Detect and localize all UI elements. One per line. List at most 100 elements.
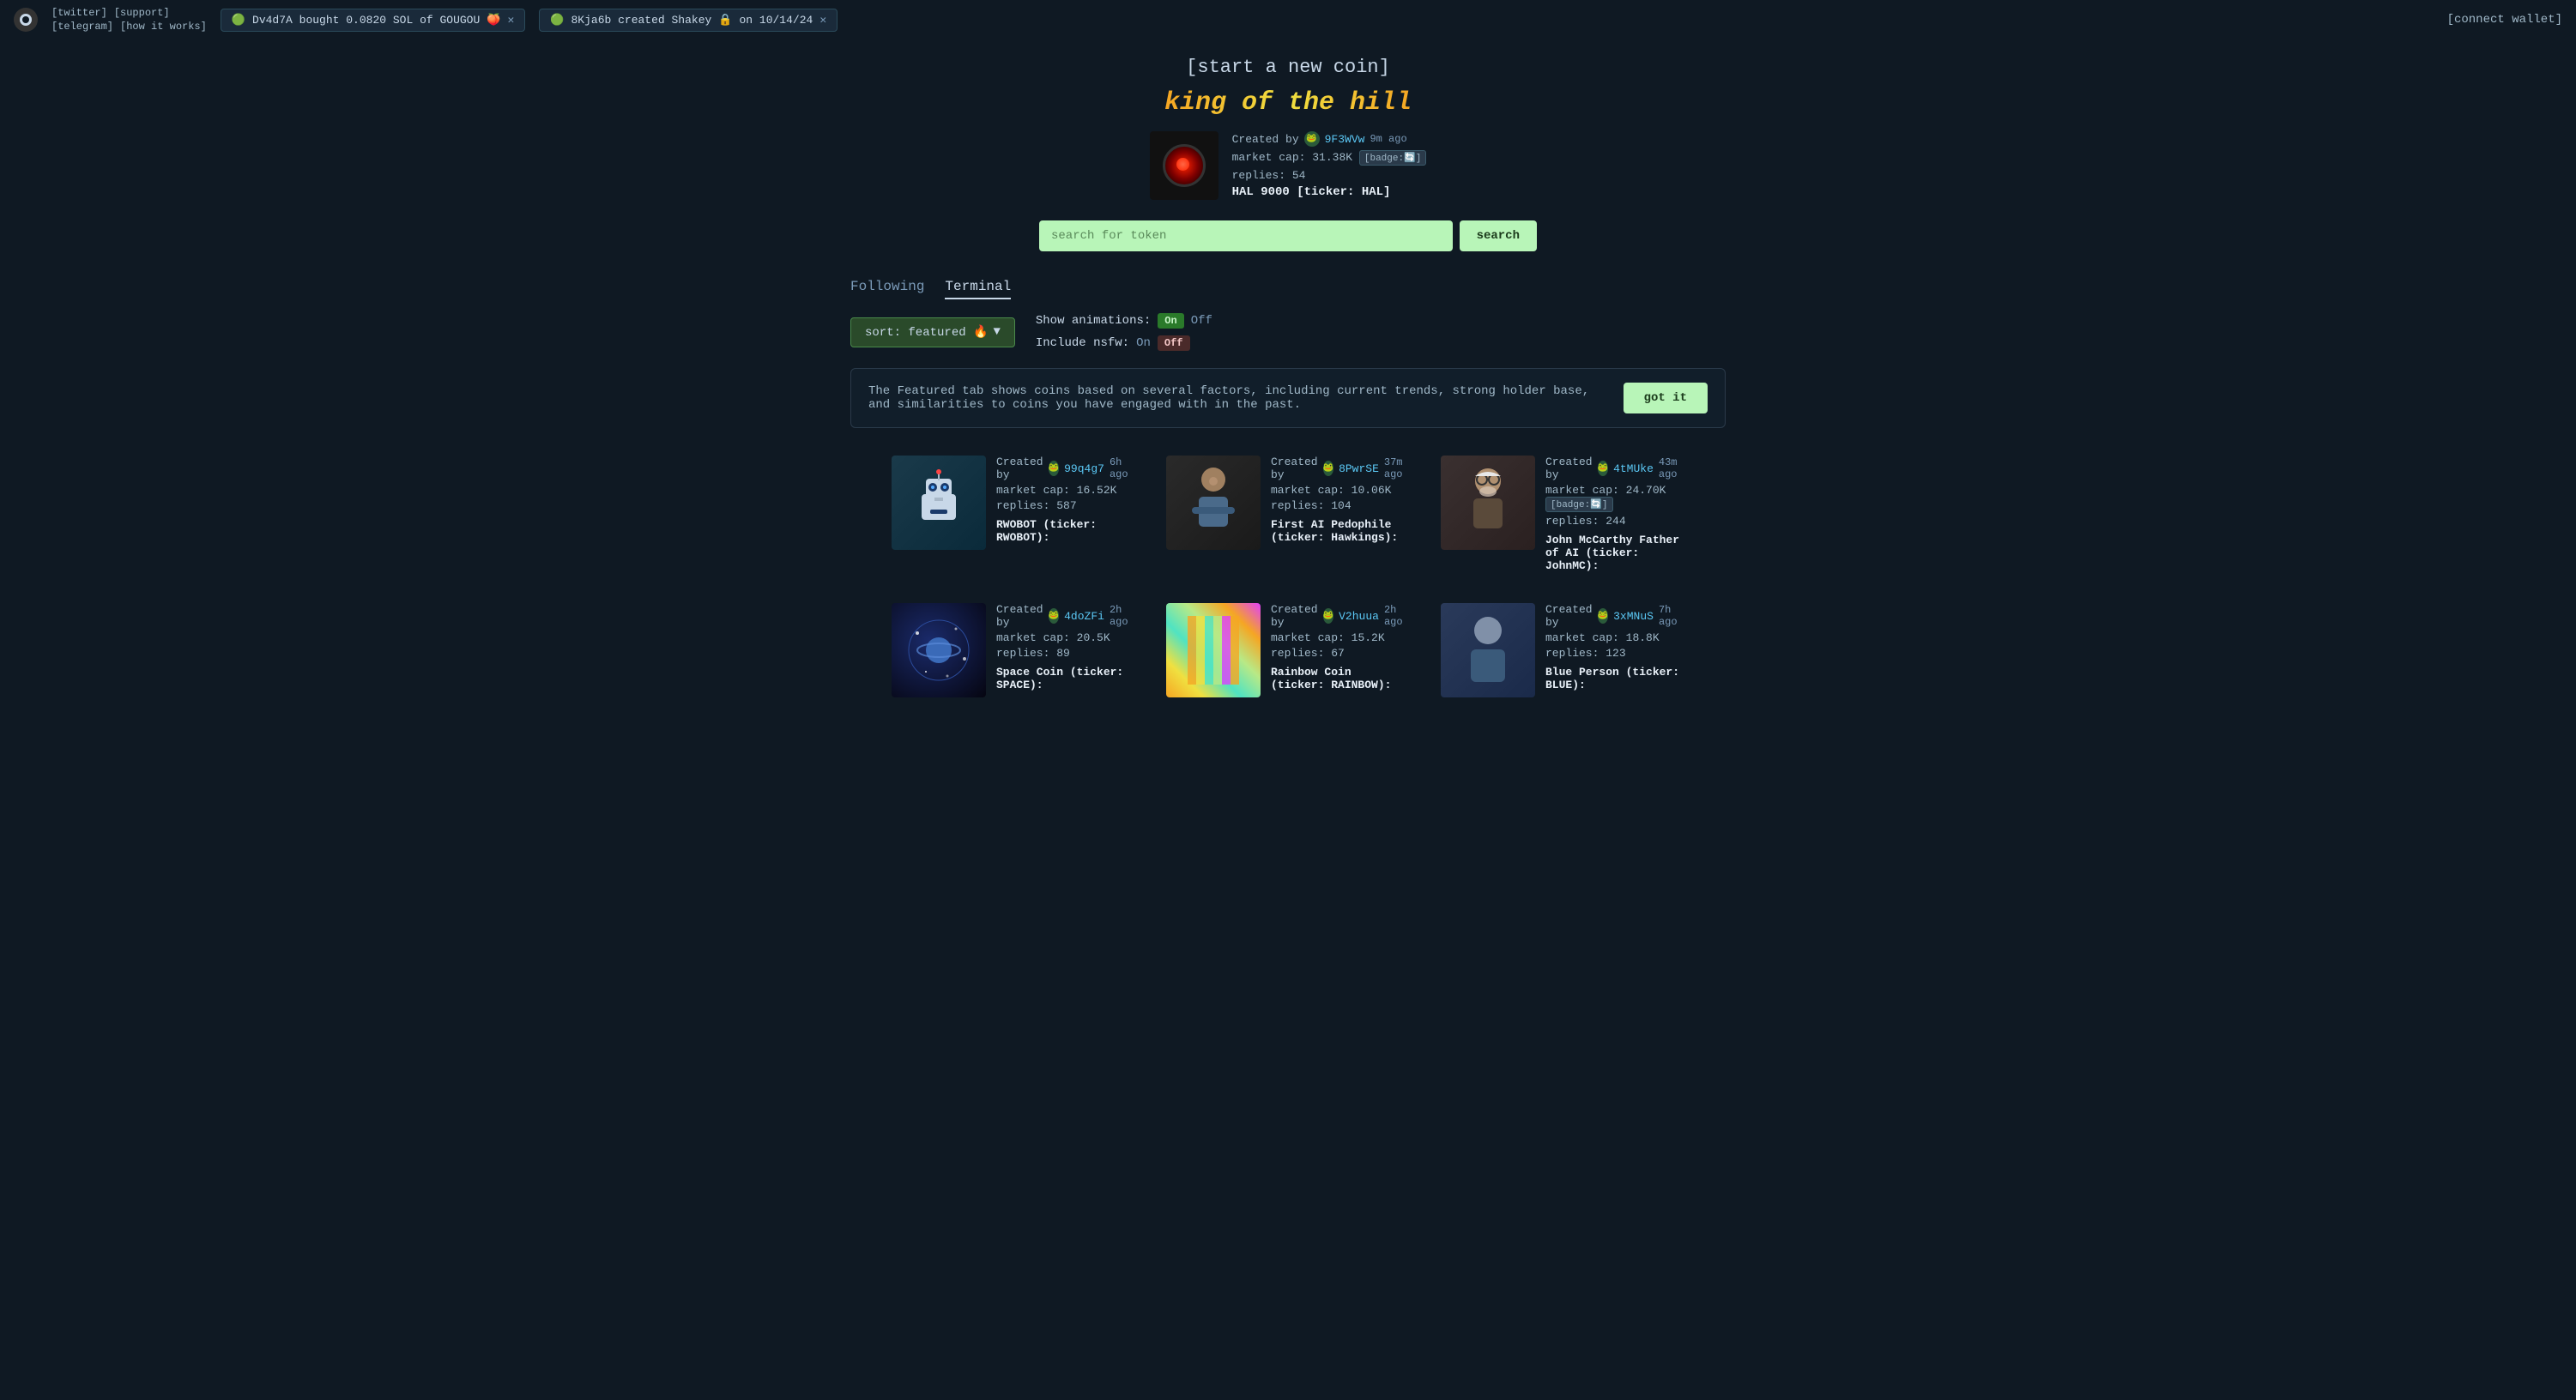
logo-icon[interactable] (14, 8, 38, 32)
coin-1-time: 6h ago (1110, 456, 1135, 480)
coin-3-replies: replies: 244 (1545, 515, 1684, 528)
search-button[interactable]: search (1460, 220, 1537, 251)
sort-chevron-icon: ▼ (993, 325, 1000, 339)
twitter-link[interactable]: [twitter] (51, 7, 107, 19)
coin-1-replies: replies: 587 (996, 499, 1135, 512)
featured-coin-badge[interactable]: [badge:🔄] (1359, 150, 1427, 166)
coin-card-5[interactable]: Created by 🐸 V2huua 2h ago market cap: 1… (1159, 596, 1417, 704)
coin-2-creator[interactable]: 8PwrSE (1339, 462, 1379, 475)
controls-area: sort: featured 🔥 ▼ Show animations: On O… (850, 313, 1726, 351)
coin-2-time: 37m ago (1384, 456, 1410, 480)
featured-coin-card[interactable]: Created by 🐸 9F3WVw 9m ago market cap: 3… (1150, 131, 1427, 200)
featured-coin-market-cap: market cap: 31.38K [badge:🔄] (1232, 150, 1427, 166)
nav-links: [twitter] [support] [telegram] [how it w… (51, 7, 207, 33)
coin-4-created-by: Created by (996, 603, 1043, 629)
coin-3-name: John McCarthy Father of AI (ticker: John… (1545, 534, 1684, 572)
sort-button[interactable]: sort: featured 🔥 ▼ (850, 317, 1015, 347)
hal-eye-icon (1163, 144, 1206, 187)
coin-2-creator-line: Created by 🐸 8PwrSE 37m ago (1271, 456, 1410, 481)
coin-3-avatar: 🐸 (1598, 461, 1608, 476)
coin-1-creator-line: Created by 🐸 99q4g7 6h ago (996, 456, 1135, 481)
coin-card-3[interactable]: Created by 🐸 4tMUke 43m ago market cap: … (1434, 449, 1691, 579)
coin-3-market-cap: market cap: 24.70K [badge:🔄] (1545, 484, 1684, 512)
coin-5-market-cap: market cap: 15.2K (1271, 631, 1410, 644)
coin-6-market-cap: market cap: 18.8K (1545, 631, 1684, 644)
created-by-label: Created by (1232, 133, 1299, 146)
tab-following[interactable]: Following (850, 279, 924, 299)
coin-6-avatar: 🐸 (1598, 608, 1609, 624)
tabs-content: Following Terminal sort: featured 🔥 ▼ Sh… (816, 279, 1760, 704)
tabs: Following Terminal (850, 279, 1726, 299)
include-nsfw-off[interactable]: Off (1158, 335, 1190, 351)
coin-3-badge[interactable]: [badge:🔄] (1545, 497, 1613, 512)
coin-2-info: Created by 🐸 8PwrSE 37m ago market cap: … (1271, 456, 1410, 544)
toggle-group: Show animations: On Off Include nsfw: On… (1036, 313, 1212, 351)
coin-grid: Created by 🐸 99q4g7 6h ago market cap: 1… (850, 449, 1726, 704)
ticker-2-emoji: 🟢 (550, 14, 564, 27)
logo-area[interactable] (14, 8, 38, 32)
coin-5-created-by: Created by (1271, 603, 1318, 629)
coin-2-created-by: Created by (1271, 456, 1318, 481)
ticker-1-emoji: 🟢 (232, 14, 245, 27)
coin-card-4[interactable]: Created by 🐸 4doZFi 2h ago market cap: 2… (885, 596, 1142, 704)
show-animations-on[interactable]: On (1158, 313, 1183, 329)
coin-6-creator[interactable]: 3xMNuS (1613, 610, 1654, 623)
coin-4-creator[interactable]: 4doZFi (1064, 610, 1104, 623)
ticker-2[interactable]: 🟢 8Kja6b created Shakey 🔒 on 10/14/24 ✕ (539, 9, 838, 32)
coin-4-creator-line: Created by 🐸 4doZFi 2h ago (996, 603, 1135, 629)
coin-card-1[interactable]: Created by 🐸 99q4g7 6h ago market cap: 1… (885, 449, 1142, 579)
include-nsfw-label: Include nsfw: (1036, 336, 1129, 350)
featured-coin-time: 9m ago (1370, 133, 1406, 145)
show-animations-label: Show animations: (1036, 314, 1151, 328)
coin-2-market-cap: market cap: 10.06K (1271, 484, 1410, 497)
coin-5-creator-line: Created by 🐸 V2huua 2h ago (1271, 603, 1410, 629)
coin-3-time: 43m ago (1659, 456, 1684, 480)
coin-3-created-by: Created by (1545, 456, 1593, 481)
main-content: [start a new coin] king of the hill Crea… (0, 39, 2576, 704)
telegram-link[interactable]: [telegram] (51, 21, 113, 33)
coin-6-replies: replies: 123 (1545, 647, 1684, 660)
coin-4-replies: replies: 89 (996, 647, 1135, 660)
coin-5-avatar: 🐸 (1323, 608, 1334, 624)
how-it-works-link[interactable]: [how it works] (120, 21, 207, 33)
ticker-1-close[interactable]: ✕ (507, 14, 514, 27)
ticker-2-date: on 10/14/24 (740, 14, 813, 27)
coin-1-info: Created by 🐸 99q4g7 6h ago market cap: 1… (996, 456, 1135, 544)
coin-5-thumbnail (1166, 603, 1261, 697)
search-input[interactable] (1039, 220, 1453, 251)
creator-username[interactable]: 9F3WVw (1325, 133, 1365, 146)
coin-4-market-cap: market cap: 20.5K (996, 631, 1135, 644)
featured-coin-image (1150, 131, 1218, 200)
coin-3-creator[interactable]: 4tMUke (1613, 462, 1654, 475)
show-animations-off[interactable]: Off (1191, 314, 1212, 328)
tab-terminal[interactable]: Terminal (945, 279, 1011, 299)
coin-6-creator-line: Created by 🐸 3xMNuS 7h ago (1545, 603, 1684, 629)
coin-2-avatar: 🐸 (1323, 461, 1333, 476)
support-link[interactable]: [support] (114, 7, 170, 19)
coin-5-info: Created by 🐸 V2huua 2h ago market cap: 1… (1271, 603, 1410, 691)
ticker-1[interactable]: 🟢 Dv4d7A bought 0.0820 SOL of GOUGOU 🍑 ✕ (221, 9, 525, 32)
coin-4-time: 2h ago (1110, 604, 1135, 628)
show-animations-toggle: Show animations: On Off (1036, 313, 1212, 329)
featured-coin-creator-line: Created by 🐸 9F3WVw 9m ago (1232, 131, 1427, 147)
coin-5-replies: replies: 67 (1271, 647, 1410, 660)
coin-5-time: 2h ago (1384, 604, 1410, 628)
ticker-2-close[interactable]: ✕ (819, 14, 826, 27)
coin-1-thumbnail (892, 456, 986, 550)
got-it-button[interactable]: got it (1624, 383, 1708, 413)
connect-wallet-button[interactable]: [connect wallet] (2447, 13, 2562, 27)
coin-1-creator[interactable]: 99q4g7 (1064, 462, 1104, 475)
include-nsfw-on[interactable]: On (1136, 336, 1151, 350)
creator-avatar: 🐸 (1304, 131, 1320, 147)
ticker-1-text: Dv4d7A bought 0.0820 SOL of GOUGOU (252, 14, 480, 27)
coin-3-thumbnail (1441, 456, 1535, 550)
coin-6-thumbnail (1441, 603, 1535, 697)
coin-card-6[interactable]: Created by 🐸 3xMNuS 7h ago market cap: 1… (1434, 596, 1691, 704)
ticker-1-coin-emoji: 🍑 (487, 14, 500, 27)
coin-card-2[interactable]: Created by 🐸 8PwrSE 37m ago market cap: … (1159, 449, 1417, 579)
featured-coin-replies: replies: 54 (1232, 169, 1427, 182)
coin-5-creator[interactable]: V2huua (1339, 610, 1379, 623)
coin-6-created-by: Created by (1545, 603, 1593, 629)
coin-6-time: 7h ago (1659, 604, 1684, 628)
start-new-coin-link[interactable]: [start a new coin] (1186, 57, 1390, 78)
